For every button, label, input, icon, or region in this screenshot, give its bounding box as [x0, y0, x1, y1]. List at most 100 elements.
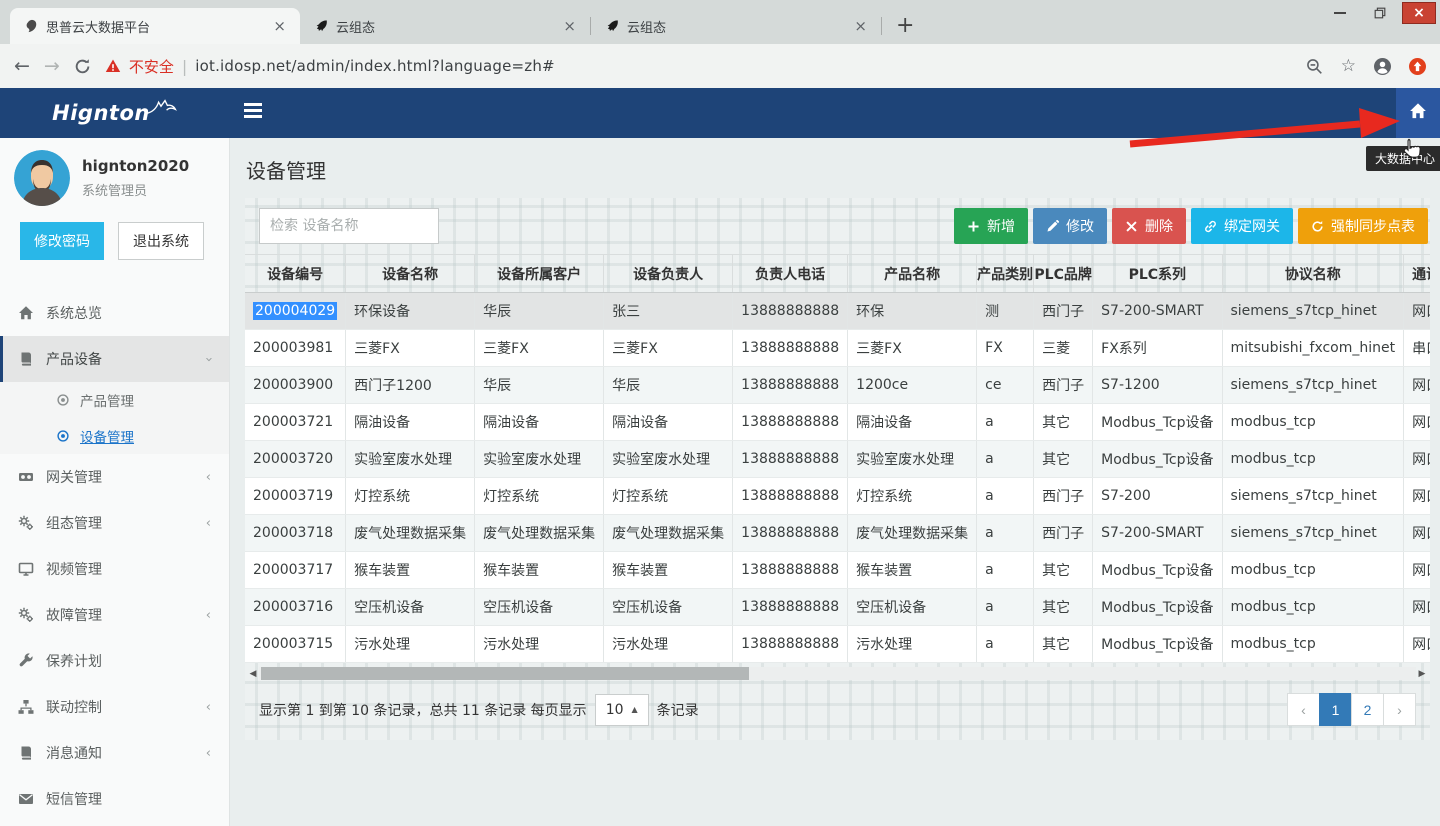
column-header[interactable]: 设备负责人 — [604, 255, 733, 293]
minimize-button[interactable] — [1320, 0, 1360, 26]
table-cell: 网口 — [1404, 293, 1430, 330]
next-page-button[interactable]: › — [1383, 693, 1416, 726]
table-row[interactable]: 200003981三菱FX三菱FX三菱FX13888888888三菱FXFX三菱… — [245, 330, 1430, 367]
table-row[interactable]: 200003715污水处理污水处理污水处理13888888888污水处理a其它M… — [245, 626, 1430, 663]
sidebar-item[interactable]: 消息通知‹ — [0, 730, 229, 776]
column-header[interactable]: 设备编号 — [245, 255, 346, 293]
sidebar-item[interactable]: 短信管理 — [0, 776, 229, 822]
sidebar-item[interactable]: 网关管理‹ — [0, 454, 229, 500]
table-cell: 三菱FX — [848, 330, 977, 367]
prev-page-button[interactable]: ‹ — [1287, 693, 1320, 726]
restore-button[interactable] — [1360, 0, 1400, 26]
新增-button[interactable]: 新增 — [954, 208, 1028, 244]
sidebar-item-label: 组态管理 — [46, 513, 102, 533]
pencil-icon — [1046, 220, 1059, 233]
search-input[interactable] — [259, 208, 439, 244]
table-cell: 其它 — [1034, 626, 1093, 663]
page-buttons: ‹12› — [1288, 693, 1416, 726]
table-cell: 200003718 — [245, 515, 346, 552]
sidebar-item[interactable]: 空间管理 — [0, 822, 229, 826]
table-cell: S7-200-SMART — [1093, 515, 1222, 552]
sitemap-icon — [18, 699, 34, 715]
tab-close-icon[interactable]: × — [850, 17, 871, 35]
table-row[interactable]: 200003721隔油设备隔油设备隔油设备13888888888隔油设备a其它M… — [245, 404, 1430, 441]
table-cell: 污水处理 — [848, 626, 977, 663]
column-header[interactable]: 设备名称 — [346, 255, 475, 293]
table-cell: 空压机设备 — [346, 589, 475, 626]
browser-update-icon[interactable] — [1409, 58, 1426, 75]
page-button-1[interactable]: 1 — [1319, 693, 1352, 726]
bookmark-star-icon[interactable]: ☆ — [1341, 56, 1356, 76]
new-tab-button[interactable]: + — [882, 13, 928, 44]
table-cell: 200003720 — [245, 441, 346, 478]
logout-button[interactable]: 退出系统 — [118, 222, 204, 260]
绑定网关-button[interactable]: 绑定网关 — [1191, 208, 1293, 244]
sidebar-item[interactable]: 系统总览 — [0, 290, 229, 336]
page-button-2[interactable]: 2 — [1351, 693, 1384, 726]
scroll-left-icon[interactable]: ◀ — [247, 669, 259, 679]
column-header[interactable]: PLC品牌 — [1034, 255, 1093, 293]
table-cell: 隔油设备 — [475, 404, 604, 441]
sidebar-item[interactable]: 联动控制‹ — [0, 684, 229, 730]
column-header[interactable]: 设备所属客户 — [475, 255, 604, 293]
table-cell: 张三 — [604, 293, 733, 330]
table-row[interactable]: 200003900西门子1200华辰华辰138888888881200cece西… — [245, 367, 1430, 404]
scrollbar-thumb[interactable] — [261, 667, 749, 680]
table-cell: 网口 — [1404, 367, 1430, 404]
sidebar-item[interactable]: 组态管理‹ — [0, 500, 229, 546]
page-size-select[interactable]: 10 ▲ — [595, 694, 649, 726]
table-cell: 废气处理数据采集 — [475, 515, 604, 552]
url-bar[interactable]: 不安全 | iot.idosp.net/admin/index.html?lan… — [105, 56, 1292, 77]
sidebar-item-label: 消息通知 — [46, 743, 102, 763]
修改-button[interactable]: 修改 — [1033, 208, 1107, 244]
column-header[interactable]: 产品名称 — [848, 255, 977, 293]
强制同步点表-button[interactable]: 强制同步点表 — [1298, 208, 1428, 244]
user-avatar[interactable] — [14, 150, 70, 206]
sidebar-item[interactable]: 视频管理 — [0, 546, 229, 592]
table-cell: 隔油设备 — [346, 404, 475, 441]
table-row[interactable]: 200003719灯控系统灯控系统灯控系统13888888888灯控系统a西门子… — [245, 478, 1430, 515]
scrollbar-track[interactable] — [259, 667, 1416, 680]
table-row[interactable]: 200003717猴车装置猴车装置猴车装置13888888888猴车装置a其它M… — [245, 552, 1430, 589]
sidebar-subitem[interactable]: 产品管理 — [0, 382, 229, 418]
back-icon[interactable]: ← — [14, 55, 30, 77]
sidebar-toggle-button[interactable] — [244, 103, 264, 118]
button-label: 修改 — [1066, 216, 1094, 236]
sidebar-subitem[interactable]: 设备管理 — [0, 418, 229, 454]
column-header[interactable]: 协议名称 — [1222, 255, 1404, 293]
browser-tab[interactable]: 云组态× — [300, 8, 590, 44]
table-row[interactable]: 200003720实验室废水处理实验室废水处理实验室废水处理1388888888… — [245, 441, 1430, 478]
forward-icon[interactable]: → — [44, 55, 60, 77]
table-row[interactable]: 200004029环保设备华辰张三13888888888环保测西门子S7-200… — [245, 293, 1430, 330]
sidebar-item[interactable]: 保养计划 — [0, 638, 229, 684]
table-cell: 13888888888 — [733, 478, 848, 515]
table-row[interactable]: 200003718废气处理数据采集废气处理数据采集废气处理数据采集1388888… — [245, 515, 1430, 552]
column-header[interactable]: 通讯 — [1404, 255, 1430, 293]
scroll-right-icon[interactable]: ▶ — [1416, 669, 1428, 679]
column-header[interactable]: 产品类别 — [977, 255, 1034, 293]
profile-icon[interactable] — [1374, 58, 1391, 75]
sidebar-item[interactable]: 产品设备› — [0, 336, 229, 382]
删除-button[interactable]: 删除 — [1112, 208, 1186, 244]
sidebar-item-label: 联动控制 — [46, 697, 102, 717]
browser-tab[interactable]: 云组态× — [591, 8, 881, 44]
table-cell: 其它 — [1034, 552, 1093, 589]
zoom-out-icon[interactable] — [1306, 58, 1323, 75]
browser-tab[interactable]: 思普云大数据平台× — [10, 8, 300, 44]
change-password-button[interactable]: 修改密码 — [20, 222, 104, 260]
table-cell: modbus_tcp — [1222, 589, 1404, 626]
table-cell: FX系列 — [1093, 330, 1222, 367]
table-cell: 实验室废水处理 — [848, 441, 977, 478]
close-button[interactable]: × — [1402, 2, 1436, 24]
reload-icon[interactable] — [74, 58, 91, 75]
sidebar-item[interactable]: 故障管理‹ — [0, 592, 229, 638]
table-cell: 华辰 — [604, 367, 733, 404]
tab-close-icon[interactable]: × — [559, 17, 580, 35]
column-header[interactable]: 负责人电话 — [733, 255, 848, 293]
table-cell: 猴车装置 — [848, 552, 977, 589]
tab-close-icon[interactable]: × — [269, 17, 290, 35]
table-row[interactable]: 200003716空压机设备空压机设备空压机设备13888888888空压机设备… — [245, 589, 1430, 626]
bigdata-home-button[interactable] — [1396, 88, 1440, 138]
table-cell: Modbus_Tcp设备 — [1093, 589, 1222, 626]
column-header[interactable]: PLC系列 — [1093, 255, 1222, 293]
